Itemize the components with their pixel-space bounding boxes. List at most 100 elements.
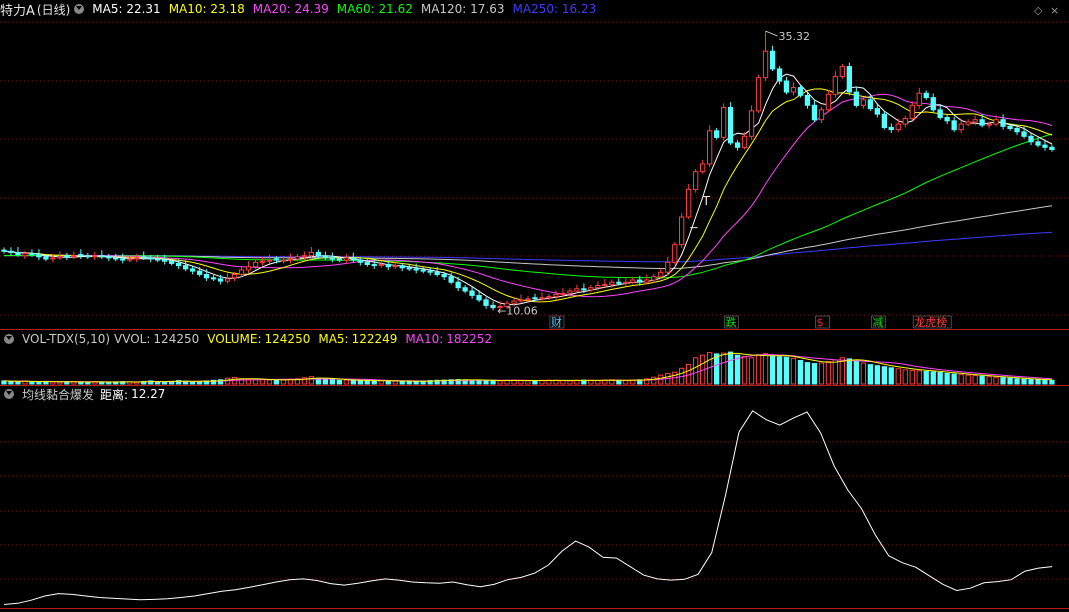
stock-name: 特力A (0, 3, 35, 19)
candle-down (183, 265, 189, 270)
volume-bar-down (364, 380, 370, 385)
vol-ma10-value: 182252 (446, 332, 493, 346)
volume-bar-up (818, 362, 825, 385)
volume-bar-up (392, 380, 398, 385)
volume-ma5-line (3, 352, 1053, 383)
candle-down (448, 276, 454, 283)
volume-bar-down (888, 367, 894, 385)
candle-down (176, 262, 182, 267)
candle-down (867, 99, 874, 110)
main-settings-icon[interactable] (74, 4, 85, 14)
event-marker: 跌 (726, 315, 737, 329)
candle-up (588, 287, 594, 291)
candle-down (99, 255, 105, 258)
vvol-value: 124250 (153, 332, 200, 346)
candle-up (748, 110, 755, 137)
volume-bar-down (783, 356, 790, 385)
volume-bar-up (825, 361, 832, 385)
candle-up (658, 271, 664, 278)
candle-up (993, 119, 999, 125)
candle-up (707, 130, 713, 165)
volume-bar-down (336, 379, 343, 385)
vol-ma10-label: MA10: (405, 332, 444, 346)
volume-bar-up (986, 376, 992, 385)
candle-down (155, 258, 161, 261)
volume-bar-up (993, 376, 999, 385)
candle-up (958, 123, 964, 131)
candle-down (273, 258, 280, 261)
candle-up (609, 281, 615, 285)
volume-bar-down (874, 365, 881, 385)
candle-down (1007, 125, 1013, 130)
ma-legend-item: MA10: 23.18 (168, 2, 245, 16)
volume-bar-down (483, 380, 489, 385)
candle-down (1049, 146, 1055, 151)
candle-down (336, 258, 343, 261)
volume-bar-down (1035, 379, 1041, 385)
candle-up (700, 163, 706, 173)
candle-down (714, 130, 720, 138)
volume-bar-down (979, 375, 985, 385)
volume-bar-up (280, 379, 287, 385)
volume-bar-up (748, 357, 755, 385)
volume-bar-down (273, 379, 280, 385)
volume-bar-down (867, 364, 874, 385)
candle-up (895, 123, 901, 131)
volume-settings-icon[interactable] (4, 334, 14, 344)
volume-bar-down (616, 379, 622, 385)
volume-bar-up (259, 379, 266, 385)
vol-ma5-label: MA5: (318, 332, 349, 346)
candle-up (902, 118, 908, 125)
candle-down (43, 256, 49, 260)
volume-bar-up (518, 380, 524, 385)
candle-up (50, 257, 56, 260)
indicator-settings-icon[interactable] (4, 389, 14, 399)
candle-up (553, 293, 559, 298)
candle-up (287, 258, 294, 261)
candle-up (224, 278, 231, 282)
volume-value: 124250 (264, 332, 311, 346)
event-marker: $ (816, 316, 823, 329)
ma-legend-item: MA120: 17.63 (420, 2, 505, 16)
high-price-label: 35.32 (779, 30, 811, 43)
candle-down (881, 113, 888, 128)
volume-bar-down (727, 351, 734, 385)
candle-down (371, 264, 377, 267)
candle-down (469, 290, 475, 296)
volume-bar-down (776, 356, 783, 385)
volume-bar-up (252, 379, 259, 385)
candle-up (909, 104, 915, 120)
volume-bar-down (8, 380, 14, 385)
candle-up (721, 107, 727, 138)
volume-bar-up (965, 374, 971, 385)
candle-down (162, 259, 168, 262)
volume-bar-down (532, 380, 538, 385)
volume-bar-down (399, 380, 405, 385)
volume-bar-up (790, 357, 797, 385)
candle-up (294, 256, 301, 260)
candle-down (441, 274, 447, 278)
volume-bar-down (357, 380, 364, 385)
volume-bar-down (1014, 378, 1020, 385)
volume-bar-down (29, 381, 35, 385)
candle-up (972, 119, 978, 123)
volume-bar-up (595, 380, 601, 385)
ma-legend-item: MA5: 22.31 (92, 2, 161, 16)
volume-bar-up (497, 380, 503, 385)
event-marker: 减 (872, 316, 883, 329)
candle-down (1000, 119, 1006, 127)
volume-bar-down (846, 358, 853, 385)
volume-bar-down (15, 381, 21, 385)
candle-down (29, 253, 35, 256)
volume-bar-down (329, 379, 336, 385)
candle-down (413, 268, 419, 271)
volume-bar-up (57, 381, 63, 385)
volume-bar-down (853, 360, 860, 385)
volume-bar-down (937, 372, 943, 385)
candle-down (1, 249, 7, 252)
candle-up (511, 300, 517, 304)
volume-bar-down (881, 366, 888, 385)
candle-up (134, 257, 140, 260)
chart-canvas[interactable]: 35.32 ←10.06 T− 财 跌 $ 减 龙虎榜 (0, 0, 1069, 612)
candle-down (36, 254, 42, 258)
